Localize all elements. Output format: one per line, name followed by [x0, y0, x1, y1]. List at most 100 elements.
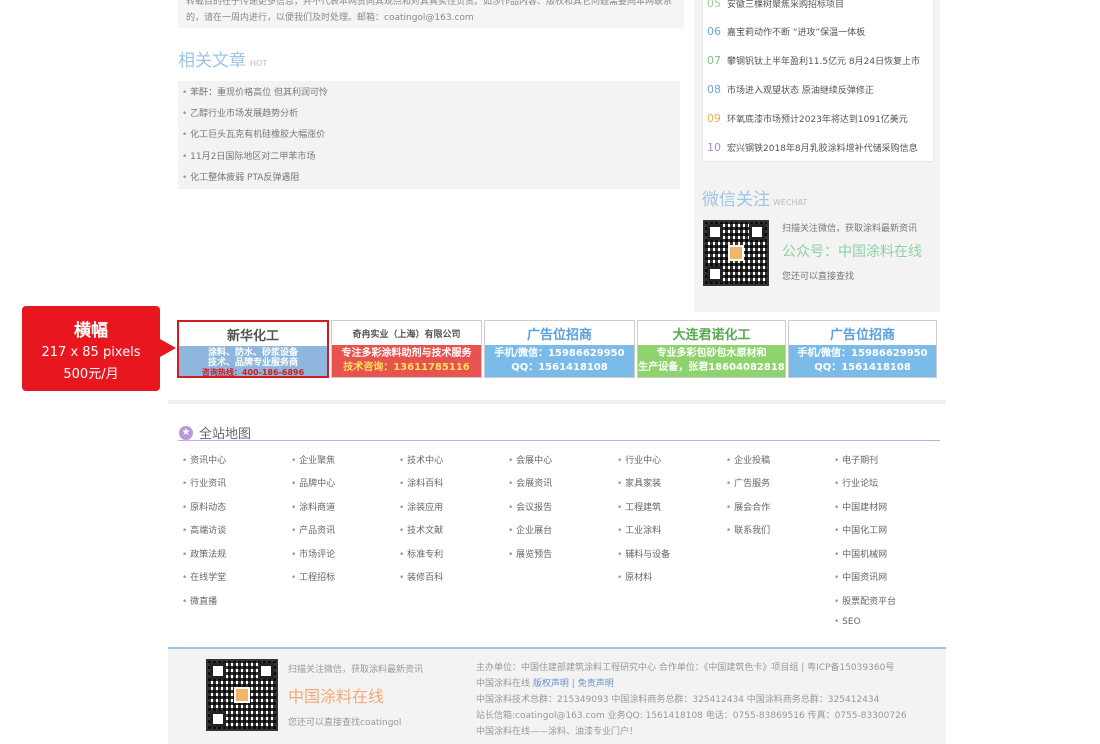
banner-ad[interactable]: 广告位招商 手机/微信：15986629950 QQ：1561418108 — [484, 320, 635, 378]
qr-logo-icon — [234, 687, 250, 703]
sitemap-link[interactable]: 中国建材网 — [834, 500, 887, 513]
rank-number: 10 — [707, 140, 721, 154]
related-article-link[interactable]: 11月2日国际地区对二甲苯市场 — [182, 149, 315, 162]
qr-corner — [707, 266, 723, 282]
hot-badge: HOT — [250, 59, 268, 68]
sitemap-link[interactable]: 原材料 — [617, 570, 652, 583]
sitemap-link[interactable]: 家具家装 — [617, 476, 661, 489]
sitemap-link[interactable]: 中国化工网 — [834, 523, 887, 536]
sitemap-link[interactable]: 高端访谈 — [182, 523, 226, 536]
rank-number: 05 — [707, 0, 721, 10]
sitemap-link[interactable]: 资讯中心 — [182, 453, 226, 466]
sitemap-link[interactable]: 电子期刊 — [834, 453, 878, 466]
sitemap-link[interactable]: 技术文献 — [399, 523, 443, 536]
ranking-item[interactable]: 06 嘉宝莉动作不断 “进攻”保温一体板 — [707, 21, 865, 41]
sitemap-link[interactable]: 工程建筑 — [617, 500, 661, 513]
ranking-item[interactable]: 09 环氧底漆市场预计2023年将达到1091亿美元 — [707, 108, 908, 128]
banner-ad[interactable]: 大连君诺化工 专业多彩包砂包水原材和 生产设备，张君18604082818 — [637, 320, 786, 378]
sitemap-link[interactable]: 市场评论 — [291, 547, 335, 560]
banner-ad[interactable]: 新华化工 涂料、防水、砂浆设备 技术、品牌专业服务商 咨询热线：400-186-… — [177, 320, 329, 378]
sitemap-link[interactable]: 产品资讯 — [291, 523, 335, 536]
sitemap-link[interactable]: 微直播 — [182, 594, 217, 607]
qr-corner — [749, 224, 765, 240]
banner-ad[interactable]: 奇冉实业（上海）有限公司 专注多彩涂料助剂与技术服务 技术咨询：13611785… — [331, 320, 482, 378]
sitemap-link[interactable]: 技术中心 — [399, 453, 443, 466]
ranking-item[interactable]: 07 攀钢钒钛上半年盈利11.5亿元 8月24日恢复上市 — [707, 50, 920, 70]
article-disclaimer: 转载目的在于传递更多信息，并不代表本网赞同其观点和对其真实性负责。如涉作品内容、… — [178, 0, 684, 28]
banner-line: 技术咨询：13611785116 — [343, 362, 470, 373]
sitemap-link[interactable]: 行业中心 — [617, 453, 661, 466]
rank-title: 攀钢钒钛上半年盈利11.5亿元 8月24日恢复上市 — [727, 56, 921, 67]
rank-number: 07 — [707, 53, 721, 67]
sitemap-link[interactable]: 行业资讯 — [182, 476, 226, 489]
sitemap-link[interactable]: 行业论坛 — [834, 476, 878, 489]
banner-line: 咨询热线：400-186-6896 — [201, 368, 305, 377]
section-divider — [168, 400, 946, 404]
sitemap-link[interactable]: 原料动态 — [182, 500, 226, 513]
related-title-text: 相关文章 — [178, 51, 246, 71]
ranking-item[interactable]: 05 安徽三棵树聚焦采购招标项目 — [707, 0, 844, 13]
banner-body: 专业多彩包砂包水原材和 生产设备，张君18604082818 — [638, 345, 785, 377]
sitemap-link[interactable]: 会展中心 — [508, 453, 552, 466]
sitemap-link[interactable]: SEO — [834, 617, 860, 627]
sitemap-link[interactable]: 辅料与设备 — [617, 547, 670, 560]
ranking-item[interactable]: 08 市场进入观望状态 原油继续反弹修正 — [707, 79, 874, 99]
disclaimer-link[interactable]: 免责声明 — [578, 679, 614, 689]
sitemap-link[interactable]: 在线学堂 — [182, 570, 226, 583]
banner-body: 涂料、防水、砂浆设备 技术、品牌专业服务商 咨询热线：400-186-6896 — [179, 346, 327, 376]
sitemap-link[interactable]: 涂料百科 — [399, 476, 443, 489]
sitemap-link[interactable]: 品牌中心 — [291, 476, 335, 489]
rank-title: 宏兴钢铁2018年8月乳胶涂料增补代储采购信息 — [727, 143, 918, 154]
footer-slogan: 中国涂料在线——涂料、油漆专业门户！ — [476, 727, 639, 737]
sitemap-link[interactable]: 涂料商道 — [291, 500, 335, 513]
banner-ad[interactable]: 广告位招商 手机/微信：15986629950 QQ：1561418108 — [788, 320, 937, 378]
sitemap-link[interactable]: 中国资讯网 — [834, 570, 887, 583]
rank-title: 环氧底漆市场预计2023年将达到1091亿美元 — [727, 114, 908, 125]
qr-corner — [707, 224, 723, 240]
sitemap-link[interactable]: 企业展台 — [508, 523, 552, 536]
footer-qq-groups: 中国涂料技术总群：215349093 中国涂料商务总群：325412434 中国… — [476, 695, 880, 705]
footer-search-text: 您还可以直接查找coatingol — [288, 718, 402, 728]
sitemap-link[interactable]: 展会合作 — [726, 500, 770, 513]
sitemap-link[interactable]: 工程招标 — [291, 570, 335, 583]
sitemap-link[interactable]: 装修百科 — [399, 570, 443, 583]
sitemap-link[interactable]: 会展资讯 — [508, 476, 552, 489]
banner-line: QQ：1561418108 — [511, 362, 608, 373]
sitemap-link[interactable]: 政策法规 — [182, 547, 226, 560]
footer-qr-code — [206, 659, 278, 731]
related-article-link[interactable]: 化工整体疲弱 PTA反弹遇阻 — [182, 170, 299, 183]
banner-line: 专注多彩涂料助剂与技术服务 — [341, 348, 472, 359]
wechat-qr-code — [703, 220, 769, 286]
sitemap-link[interactable]: 展览预告 — [508, 547, 552, 560]
sitemap-link[interactable]: 中国机械网 — [834, 547, 887, 560]
sitemap-link[interactable]: 涂装应用 — [399, 500, 443, 513]
sitemap-link[interactable]: 企业聚焦 — [291, 453, 335, 466]
sitemap-link[interactable]: 会议报告 — [508, 500, 552, 513]
wechat-search-text: 您还可以直接查找 — [782, 272, 855, 282]
wechat-badge: WECHAT — [773, 198, 808, 207]
sitemap-link[interactable]: 股票配资平台 — [834, 594, 896, 607]
banner-line: 专业多彩包砂包水原材和 — [656, 348, 767, 359]
sitemap-link[interactable]: 广告服务 — [726, 476, 770, 489]
footer-site-name: 中国涂料在线 — [476, 679, 531, 689]
banner-title: 广告位招商 — [485, 321, 634, 345]
ranking-item[interactable]: 10 宏兴钢铁2018年8月乳胶涂料增补代储采购信息 — [707, 137, 918, 157]
page-root: 转载目的在于传递更多信息，并不代表本网赞同其观点和对其真实性负责。如涉作品内容、… — [0, 0, 1100, 744]
sitemap-link[interactable]: 工业涂料 — [617, 523, 661, 536]
banner-body: 专注多彩涂料助剂与技术服务 技术咨询：13611785116 — [332, 345, 481, 377]
related-article-link[interactable]: 苯酐：重现价格高位 但其利润可怜 — [182, 85, 328, 98]
related-article-link[interactable]: 乙醇行业市场发展趋势分析 — [182, 106, 298, 119]
banner-title: 广告位招商 — [789, 321, 936, 345]
qr-corner — [210, 711, 226, 727]
sitemap-link[interactable]: 联系我们 — [726, 523, 770, 536]
sitemap-link[interactable]: 企业投稿 — [726, 453, 770, 466]
sitemap-link[interactable]: 标准专利 — [399, 547, 443, 560]
related-article-link[interactable]: 化工巨头瓦克有机硅橡胶大幅涨价 — [182, 127, 325, 140]
footer-brand: 中国涂料在线 — [288, 687, 385, 706]
footer-separator: | — [571, 679, 575, 689]
callout-arrow-icon — [160, 339, 176, 357]
banner-body: 手机/微信：15986629950 QQ：1561418108 — [485, 345, 634, 377]
sitemap-underline — [178, 440, 940, 441]
footer-contact-line: 站长信箱:coatingol@163.com 业务QQ: 1561418108 … — [476, 711, 907, 721]
copyright-link[interactable]: 版权声明 — [533, 679, 569, 689]
